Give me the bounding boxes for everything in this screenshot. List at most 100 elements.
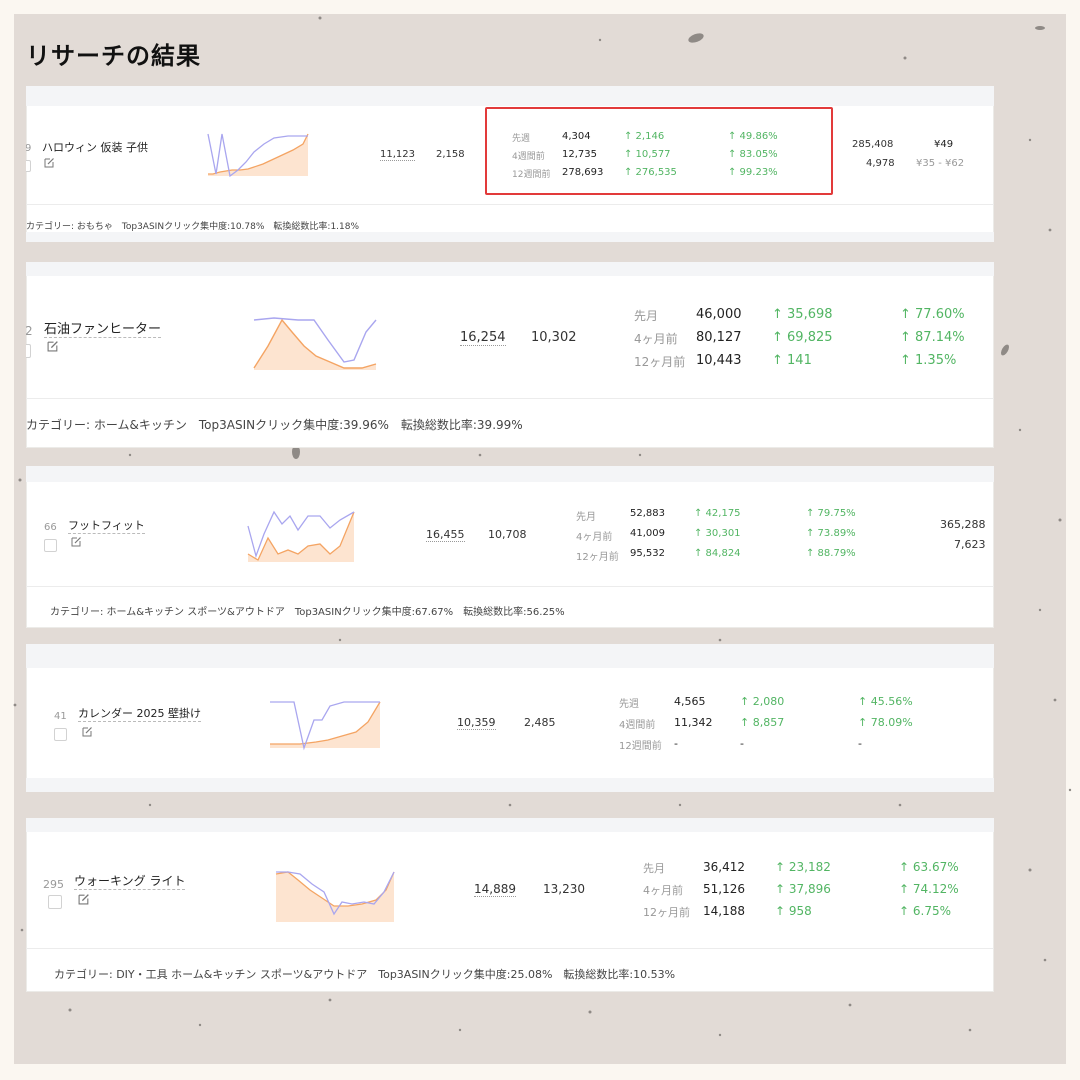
stat-value: 12,735 (562, 149, 597, 160)
search-volume: 16,455 (426, 528, 465, 542)
stat-value: 278,693 (562, 167, 604, 178)
trend-sparkline (253, 317, 377, 370)
rank-number: 2 (26, 324, 33, 338)
stat-value: 4,565 (674, 695, 706, 708)
keyword-link[interactable]: 石油ファンヒーター (44, 318, 162, 338)
stat-percent: ↑ 99.23% (728, 167, 778, 178)
stat-delta: ↑ 8,857 (740, 716, 785, 729)
trend-sparkline (247, 510, 355, 562)
stat-value: 11,342 (674, 716, 713, 729)
row-checkbox[interactable] (26, 344, 31, 358)
stat-value: - (674, 737, 678, 750)
edit-icon[interactable] (78, 893, 90, 905)
category-info: カテゴリー: ホーム&キッチン スポーツ&アウトドア Top3ASINクリック集… (50, 607, 565, 618)
stat-label: 4週間前 (512, 152, 545, 162)
rank-number: 9 (26, 143, 32, 154)
stat-percent: ↑ 6.75% (899, 904, 951, 918)
stat-percent: ↑ 45.56% (858, 695, 913, 708)
stat-value: 80,127 (696, 330, 742, 345)
stat-label: 先週 (512, 134, 531, 144)
stat-percent: ↑ 78.09% (858, 716, 913, 729)
category-info: カテゴリー: DIY・工具 ホーム&キッチン スポーツ&アウトドア Top3AS… (54, 968, 676, 981)
stat-delta: ↑ 42,175 (694, 508, 741, 519)
stat-label: 12週間前 (619, 741, 662, 752)
price: ¥49 (934, 139, 954, 150)
search-volume: 14,889 (474, 882, 516, 897)
stat-percent: ↑ 49.86% (728, 131, 778, 142)
stat-percent: ↑ 88.79% (806, 548, 856, 559)
stat-delta: ↑ 37,896 (775, 882, 831, 896)
stat-label: 4週間前 (619, 720, 656, 731)
keyword-link[interactable]: フットフィット (68, 517, 145, 534)
search-volume: 16,254 (460, 330, 506, 346)
stat-percent: ↑ 74.12% (899, 882, 959, 896)
secondary-metric: 2,485 (524, 716, 556, 729)
stat-delta: ↑ 30,301 (694, 528, 741, 539)
secondary-metric: 2,158 (436, 149, 465, 160)
stat-label: 4ヶ月前 (643, 884, 683, 897)
result-card-calendar: 41 カレンダー 2025 壁掛け 10,359 2,485 先週 4,565 … (26, 644, 994, 792)
stat-delta: ↑ 2,080 (740, 695, 785, 708)
stat-value: 4,304 (562, 131, 591, 142)
stat-value: 10,443 (696, 353, 742, 368)
rank-number: 66 (44, 522, 57, 533)
stat-value: 46,000 (696, 307, 742, 322)
stat-delta: ↑ 10,577 (624, 149, 671, 160)
stat-percent: ↑ 87.14% (900, 330, 965, 345)
stat-value: 14,188 (703, 904, 745, 918)
edit-icon[interactable] (71, 536, 82, 547)
result-card-walking-light: 295 ウォーキング ライト 14,889 13,230 先月 36,412 ↑… (26, 818, 994, 992)
total-volume: 365,288 (940, 518, 986, 531)
secondary-metric: 10,708 (488, 528, 527, 541)
total-volume: 285,408 (852, 139, 894, 150)
stat-delta: ↑ 23,182 (775, 860, 831, 874)
stat-value: 95,532 (630, 548, 665, 559)
stat-label: 12ヶ月前 (643, 906, 690, 919)
stat-label: 先月 (643, 862, 665, 875)
row-checkbox[interactable] (44, 539, 57, 552)
category-info: カテゴリー: ホーム&キッチン Top3ASINクリック集中度:39.96% 転… (26, 418, 523, 432)
trend-sparkline (275, 871, 395, 922)
trend-sparkline (270, 701, 381, 751)
keyword-link[interactable]: カレンダー 2025 壁掛け (78, 705, 201, 722)
stat-delta: ↑ 84,824 (694, 548, 741, 559)
stat-percent: ↑ 63.67% (899, 860, 959, 874)
stat-delta: ↑ 958 (775, 904, 812, 918)
stat-label: 先月 (576, 512, 596, 523)
stat-label: 4ヶ月前 (576, 532, 613, 543)
stat-delta: ↑ 69,825 (772, 330, 833, 345)
result-card-oil-heater: 2 石油ファンヒーター 16,254 10,302 先月 46,000 ↑ 35… (26, 262, 994, 448)
stat-label: 12ヶ月前 (576, 552, 619, 563)
stat-value: 36,412 (703, 860, 745, 874)
stat-label: 12週間前 (512, 170, 551, 180)
page-title: リサーチの結果 (26, 42, 201, 70)
edit-icon[interactable] (44, 157, 55, 168)
edit-icon[interactable] (82, 726, 93, 737)
edit-icon[interactable] (47, 340, 59, 352)
stat-delta: ↑ 2,146 (624, 131, 665, 142)
row-checkbox[interactable] (54, 728, 67, 741)
stat-percent: ↑ 77.60% (900, 307, 965, 322)
result-card-foot-fit: 66 フットフィット 16,455 10,708 先月 52,883 ↑ 42,… (26, 466, 994, 628)
stat-label: 先週 (619, 699, 639, 710)
trend-sparkline (207, 133, 309, 178)
stat-label: 12ヶ月前 (634, 355, 686, 369)
stat-delta: ↑ 35,698 (772, 307, 833, 322)
stat-label: 先月 (634, 309, 659, 323)
rank-number: 41 (54, 711, 67, 722)
category-info: カテゴリー: おもちゃ Top3ASINクリック集中度:10.78% 転換総数比… (26, 222, 360, 232)
stat-value: 52,883 (630, 508, 665, 519)
stat-label: 4ヶ月前 (634, 332, 678, 346)
keyword-link[interactable]: ウォーキング ライト (74, 872, 186, 890)
stat-percent: ↑ 73.89% (806, 528, 856, 539)
row-checkbox[interactable] (26, 160, 31, 172)
result-card-halloween: 9 ハロウィン 仮装 子供 11,123 2,158 先週 4,304 ↑ 2,… (26, 86, 994, 242)
stat-delta: - (740, 737, 744, 750)
keyword-link[interactable]: ハロウィン 仮装 子供 (42, 139, 148, 155)
stat-percent: ↑ 1.35% (900, 353, 957, 368)
search-volume: 10,359 (457, 716, 496, 730)
search-volume: 11,123 (380, 149, 415, 161)
secondary-metric: 10,302 (531, 330, 577, 345)
row-checkbox[interactable] (48, 895, 62, 909)
rank-number: 295 (43, 878, 64, 891)
